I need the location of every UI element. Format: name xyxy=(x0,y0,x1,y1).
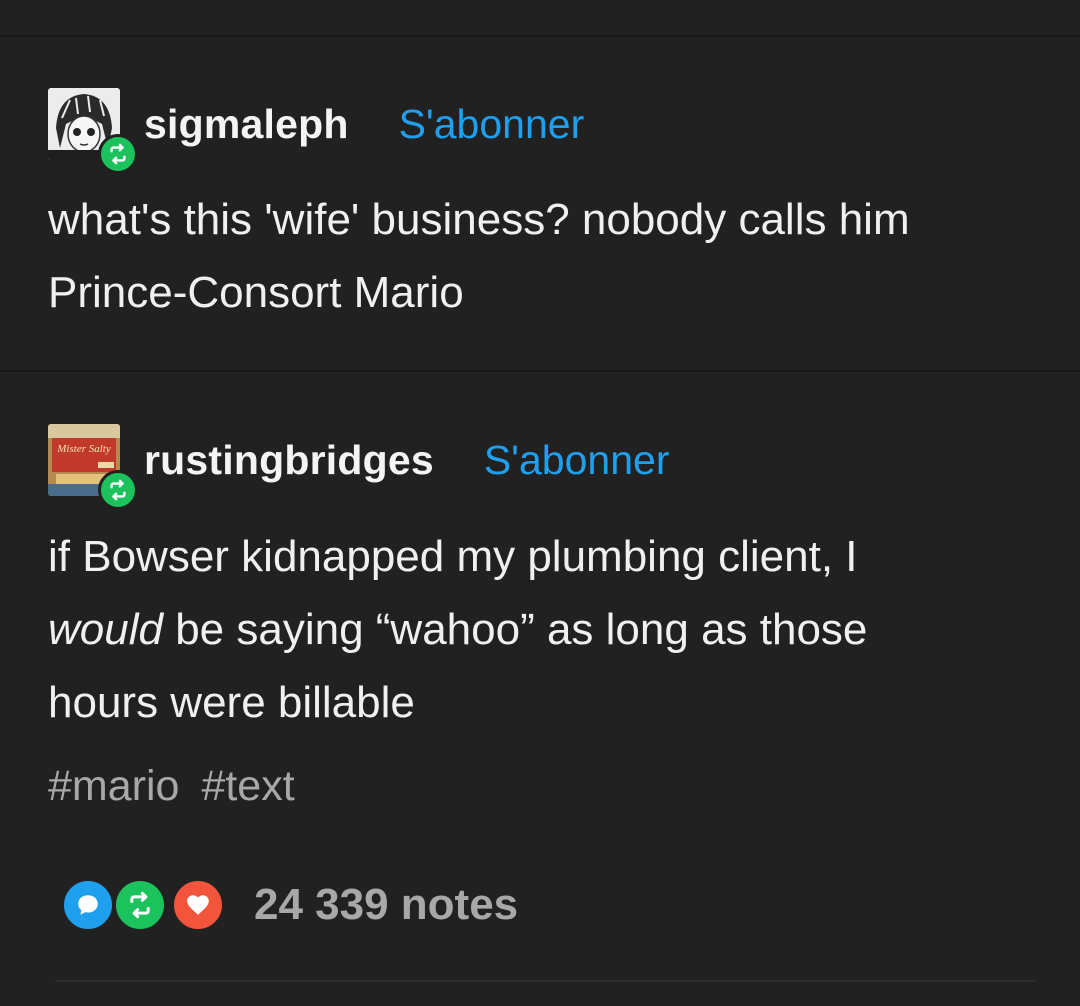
bottom-divider xyxy=(55,980,1035,982)
follow-button[interactable]: S'abonner xyxy=(484,437,670,484)
text-line: would be saying “wahoo” as long as those xyxy=(48,593,1038,666)
reblog-header: sigmaleph S'abonner xyxy=(48,84,585,174)
text-segment: be saying “wahoo” as long as those xyxy=(162,605,868,654)
emphasis-text: would xyxy=(48,605,163,654)
reblog-badge-icon xyxy=(98,134,138,174)
username-link[interactable]: sigmaleph xyxy=(144,101,349,148)
note-icons[interactable] xyxy=(60,875,228,935)
reblog-icon xyxy=(112,877,168,933)
like-icon xyxy=(170,877,226,933)
text-line: what's this 'wife' business? nobody call… xyxy=(48,195,910,244)
avatar-brand-text: Mister Salty xyxy=(56,443,111,455)
avatar-container[interactable]: Mister Salty xyxy=(48,424,138,510)
tag-link[interactable]: #text xyxy=(201,762,294,811)
text-line: if Bowser kidnapped my plumbing client, … xyxy=(48,532,858,581)
notes-count[interactable]: 24 339 notes xyxy=(254,880,518,930)
tag-link[interactable]: #mario xyxy=(48,762,179,811)
notes-row[interactable]: 24 339 notes xyxy=(60,875,518,935)
text-line: Prince-Consort Mario xyxy=(48,268,464,317)
text-line: hours were billable xyxy=(48,678,415,727)
avatar-container[interactable] xyxy=(48,88,138,174)
post-body-text: if Bowser kidnapped my plumbing client, … xyxy=(48,520,1038,739)
top-divider xyxy=(0,35,1080,37)
reply-icon xyxy=(60,877,116,933)
reblog-header: Mister Salty rustingbridges S'abonner xyxy=(48,420,670,510)
tag-list: #mario #text xyxy=(48,762,317,811)
username-link[interactable]: rustingbridges xyxy=(144,437,434,484)
follow-button[interactable]: S'abonner xyxy=(399,101,585,148)
reblog-divider xyxy=(0,370,1080,372)
post-body-text: what's this 'wife' business? nobody call… xyxy=(48,183,1038,329)
reblog-badge-icon xyxy=(98,470,138,510)
